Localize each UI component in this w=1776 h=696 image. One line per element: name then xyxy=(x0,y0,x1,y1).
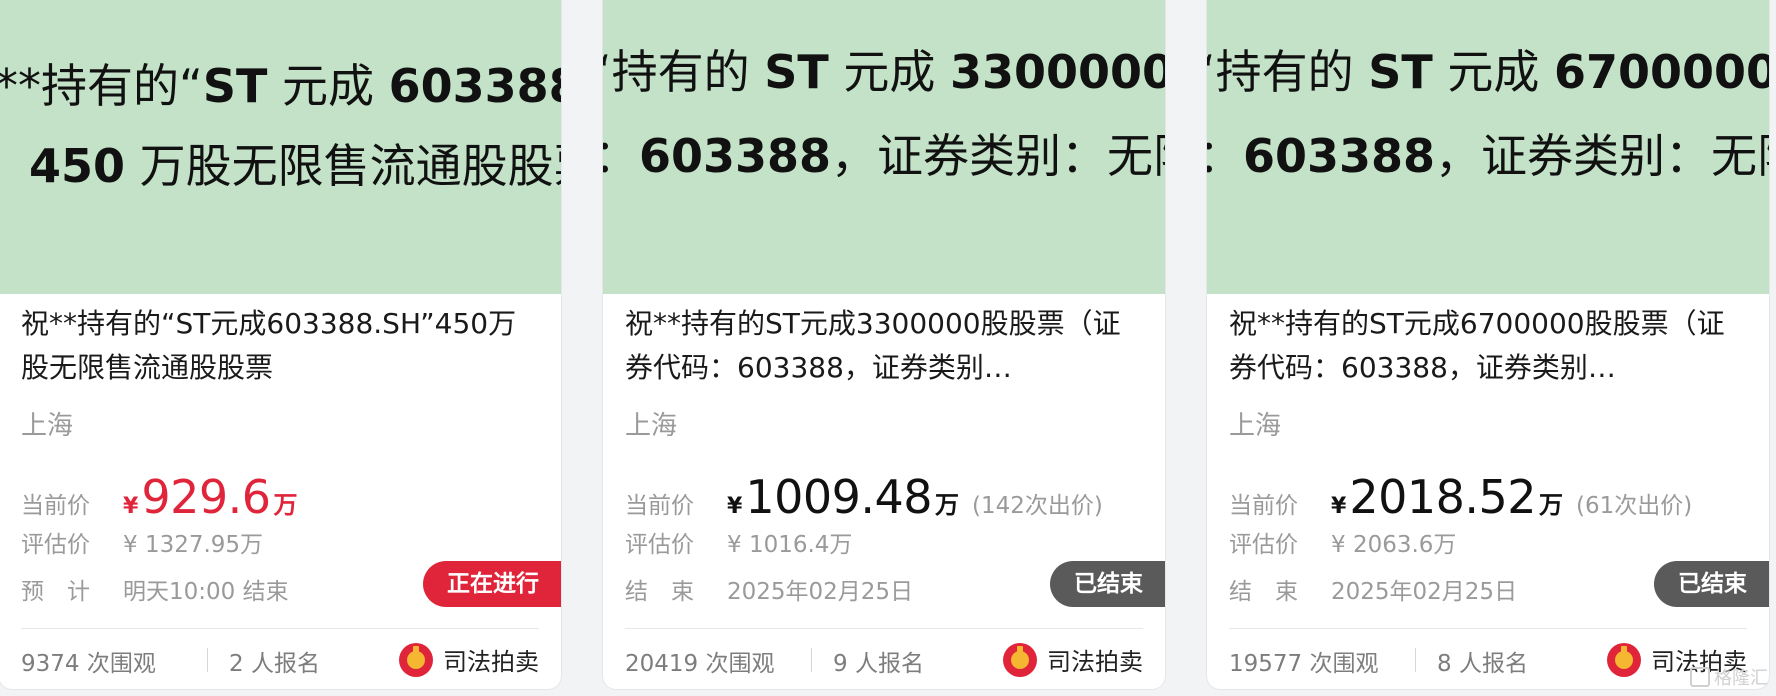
thumbnail-text-line: ‘持有的 ST 元成 3300000 股 xyxy=(603,45,1165,99)
end-time-row: 预 计 明天10:00 结束 xyxy=(21,572,289,606)
watermark-text: 格隆汇 xyxy=(1714,668,1768,689)
end-label: 结 束 xyxy=(625,579,694,605)
card-footer: 9374 次围观 2 人报名 司法拍卖 xyxy=(21,642,539,678)
estimate-label: 评估价 xyxy=(625,532,694,558)
estimate-value: ¥ 2063.6万 xyxy=(1331,532,1457,558)
end-label: 预 计 xyxy=(21,579,90,605)
currency-symbol: ¥ xyxy=(123,494,139,519)
end-value: 明天10:00 结束 xyxy=(123,579,289,605)
current-price-value: 2018.52 xyxy=(1349,470,1537,524)
current-price-unit: 万 xyxy=(273,491,298,519)
divider xyxy=(1229,628,1747,629)
card-footer: 20419 次围观 9 人报名 司法拍卖 xyxy=(625,642,1143,678)
status-badge: 已结束 xyxy=(1050,561,1165,607)
end-time-row: 结 束 2025年02月25日 xyxy=(625,572,913,606)
thumbnail-text-line: ：603388，证券类别：无限 xyxy=(1207,129,1769,183)
card-thumbnail[interactable]: ‘持有的 ST 元成 3300000 股 ：603388，证券类别：无限 xyxy=(603,0,1165,294)
current-price-unit: 万 xyxy=(935,491,960,519)
thumbnail-text-line: **持有的“ST 元成 603388 xyxy=(0,59,561,113)
status-badge: 已结束 xyxy=(1654,561,1769,607)
estimate-label: 评估价 xyxy=(21,532,90,558)
view-count: 20419 次围观 xyxy=(625,651,775,677)
estimate-value: ¥ 1016.4万 xyxy=(727,532,853,558)
card-location: 上海 xyxy=(1229,411,1282,441)
view-count: 9374 次围观 xyxy=(21,651,156,677)
source-label: 司法拍卖 xyxy=(443,648,539,676)
auction-card-3[interactable]: ‘持有的 ST 元成 6700000 股 ：603388，证券类别：无限 祝**… xyxy=(1206,0,1770,690)
estimate-label: 评估价 xyxy=(1229,532,1298,558)
watermark: 格隆汇 xyxy=(1690,664,1768,690)
current-price-label: 当前价 xyxy=(1229,493,1298,519)
divider xyxy=(625,628,1143,629)
court-emblem-icon xyxy=(1607,642,1641,677)
estimate-price-row: 评估价 ¥ 1016.4万 xyxy=(625,525,852,559)
card-location: 上海 xyxy=(625,411,678,441)
currency-symbol: ¥ xyxy=(727,494,743,519)
estimate-price-row: 评估价 ¥ 1327.95万 xyxy=(21,525,263,559)
card-thumbnail[interactable]: ‘持有的 ST 元成 6700000 股 ：603388，证券类别：无限 xyxy=(1207,0,1769,294)
card-footer: 19577 次围观 8 人报名 司法拍卖 xyxy=(1229,642,1747,678)
view-count: 19577 次围观 xyxy=(1229,651,1379,677)
current-price-unit: 万 xyxy=(1539,491,1564,519)
status-badge: 正在进行 xyxy=(423,561,561,607)
signup-count: 2 人报名 xyxy=(229,651,320,677)
watermark-logo-icon xyxy=(1690,667,1710,687)
thumbnail-text-line: 450 万股无限售流通股股票 xyxy=(29,139,561,193)
thumbnail-text-line: ‘持有的 ST 元成 6700000 股 xyxy=(1207,45,1769,99)
court-emblem-icon xyxy=(1003,642,1037,677)
end-value: 2025年02月25日 xyxy=(727,579,914,605)
card-title[interactable]: 祝**持有的ST元成3300000股股票（证券代码：603388，证券类别… xyxy=(625,302,1145,390)
card-title[interactable]: 祝**持有的ST元成6700000股股票（证券代码：603388，证券类别… xyxy=(1229,302,1749,390)
current-price-label: 当前价 xyxy=(21,493,90,519)
current-price-row: 当前价 ¥2018.52 万 (61次出价) xyxy=(1229,470,1692,524)
current-price-row: 当前价 ¥1009.48 万 (142次出价) xyxy=(625,470,1103,524)
bid-count: (61次出价) xyxy=(1576,493,1693,519)
footer-separator xyxy=(207,648,208,672)
auction-card-1[interactable]: **持有的“ST 元成 603388 450 万股无限售流通股股票 祝**持有的… xyxy=(0,0,562,690)
estimate-price-row: 评估价 ¥ 2063.6万 xyxy=(1229,525,1456,559)
current-price-label: 当前价 xyxy=(625,493,694,519)
card-title[interactable]: 祝**持有的“ST元成603388.SH”450万股无限售流通股股票 xyxy=(21,302,541,390)
estimate-value: ¥ 1327.95万 xyxy=(123,532,264,558)
source-label: 司法拍卖 xyxy=(1047,648,1143,676)
end-time-row: 结 束 2025年02月25日 xyxy=(1229,572,1517,606)
footer-separator xyxy=(811,648,812,672)
footer-separator xyxy=(1415,648,1416,672)
source-badge: 司法拍卖 xyxy=(399,642,539,677)
auction-card-2[interactable]: ‘持有的 ST 元成 3300000 股 ：603388，证券类别：无限 祝**… xyxy=(602,0,1166,690)
bid-count: (142次出价) xyxy=(972,493,1103,519)
thumbnail-text-line: ：603388，证券类别：无限 xyxy=(603,129,1165,183)
signup-count: 8 人报名 xyxy=(1437,651,1528,677)
court-emblem-icon xyxy=(399,642,433,677)
end-value: 2025年02月25日 xyxy=(1331,579,1518,605)
signup-count: 9 人报名 xyxy=(833,651,924,677)
card-location: 上海 xyxy=(21,411,74,441)
currency-symbol: ¥ xyxy=(1331,494,1347,519)
source-badge: 司法拍卖 xyxy=(1003,642,1143,677)
end-label: 结 束 xyxy=(1229,579,1298,605)
divider xyxy=(21,628,539,629)
current-price-row: 当前价 ¥929.6 万 xyxy=(21,470,298,524)
current-price-value: 1009.48 xyxy=(745,470,933,524)
current-price-value: 929.6 xyxy=(141,470,271,524)
card-thumbnail[interactable]: **持有的“ST 元成 603388 450 万股无限售流通股股票 xyxy=(0,0,561,294)
